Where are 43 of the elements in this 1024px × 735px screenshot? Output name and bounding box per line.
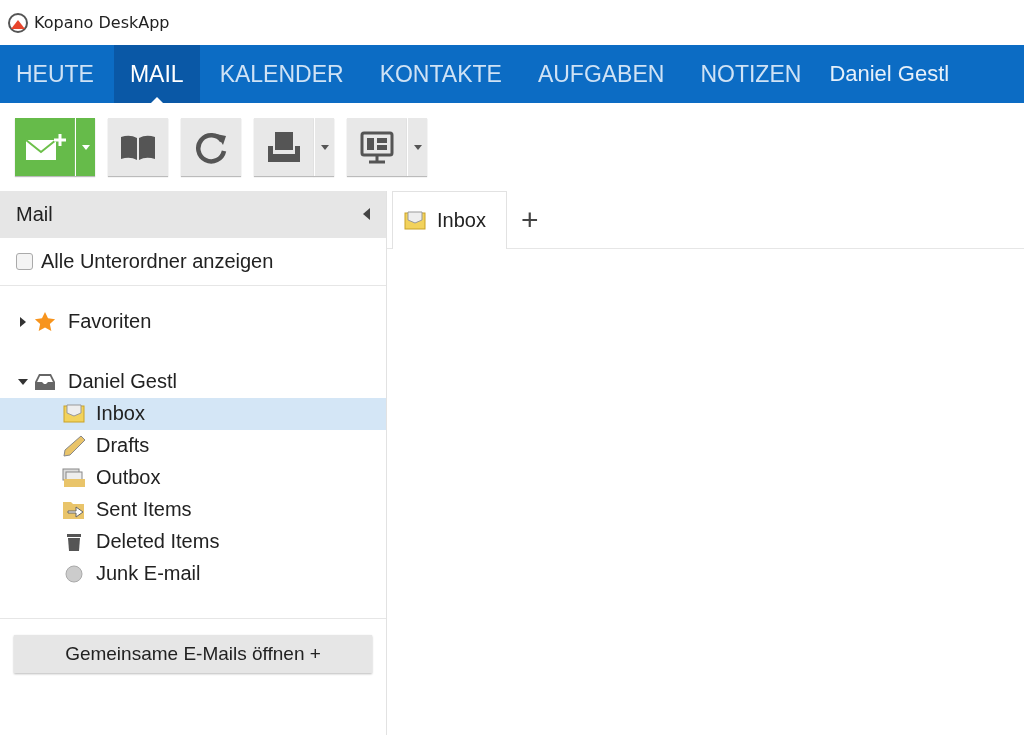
folder-item[interactable]: Drafts bbox=[0, 429, 386, 462]
envelope-plus-icon bbox=[24, 132, 66, 162]
expander-icon[interactable] bbox=[18, 316, 28, 327]
folder-item[interactable]: Deleted Items bbox=[0, 525, 386, 558]
folder-item[interactable]: Outbox bbox=[0, 461, 386, 494]
star-icon bbox=[34, 310, 56, 333]
monitor-icon bbox=[359, 130, 395, 164]
folder-item[interactable]: Sent Items bbox=[0, 493, 386, 526]
nav-tab[interactable]: MAIL bbox=[113, 45, 200, 103]
window-title: Kopano DeskApp bbox=[34, 13, 170, 32]
checkbox-label: Alle Unterordner anzeigen bbox=[41, 249, 274, 273]
caret-icon bbox=[413, 144, 422, 150]
printer-icon bbox=[266, 130, 302, 164]
folder-envelope-icon bbox=[403, 210, 427, 231]
view-button[interactable] bbox=[347, 118, 407, 176]
inbox-tray-icon bbox=[34, 372, 56, 391]
tree-item[interactable]: Favoriten bbox=[68, 310, 152, 334]
add-tab-button[interactable]: + bbox=[506, 192, 553, 248]
open-shared-button[interactable]: Gemeinsame E-Mails öffnen + bbox=[14, 634, 372, 673]
print-button[interactable] bbox=[254, 118, 314, 176]
sidebar-title: Mail bbox=[16, 203, 53, 226]
collapse-icon[interactable] bbox=[363, 208, 370, 221]
stacked-envelopes-icon bbox=[62, 467, 86, 488]
app-logo-icon bbox=[8, 12, 28, 33]
caret-icon bbox=[320, 144, 329, 150]
caret-icon bbox=[81, 144, 90, 150]
nav-tab[interactable]: NOTIZEN bbox=[684, 45, 818, 103]
refresh-button[interactable] bbox=[181, 118, 241, 176]
checkbox[interactable] bbox=[16, 252, 33, 270]
address-book-button[interactable] bbox=[108, 118, 168, 176]
user-name[interactable]: Daniel Gestl bbox=[821, 45, 950, 103]
tree-item[interactable]: Daniel Gestl bbox=[68, 370, 177, 394]
folder-envelope-icon bbox=[62, 403, 86, 424]
content-tab[interactable]: Inbox bbox=[392, 191, 507, 249]
expander-icon[interactable] bbox=[18, 376, 28, 387]
folder-arrow-icon bbox=[62, 499, 86, 520]
nav-tab[interactable]: KALENDER bbox=[203, 45, 360, 103]
nav-tab[interactable]: AUFGABEN bbox=[521, 45, 681, 103]
pencil-icon bbox=[62, 434, 86, 457]
nav-tab[interactable]: HEUTE bbox=[0, 45, 110, 103]
folder-item[interactable]: Junk E-mail bbox=[0, 557, 386, 590]
folder-item[interactable]: Inbox bbox=[0, 397, 386, 430]
nav-tab[interactable]: KONTAKTE bbox=[363, 45, 518, 103]
